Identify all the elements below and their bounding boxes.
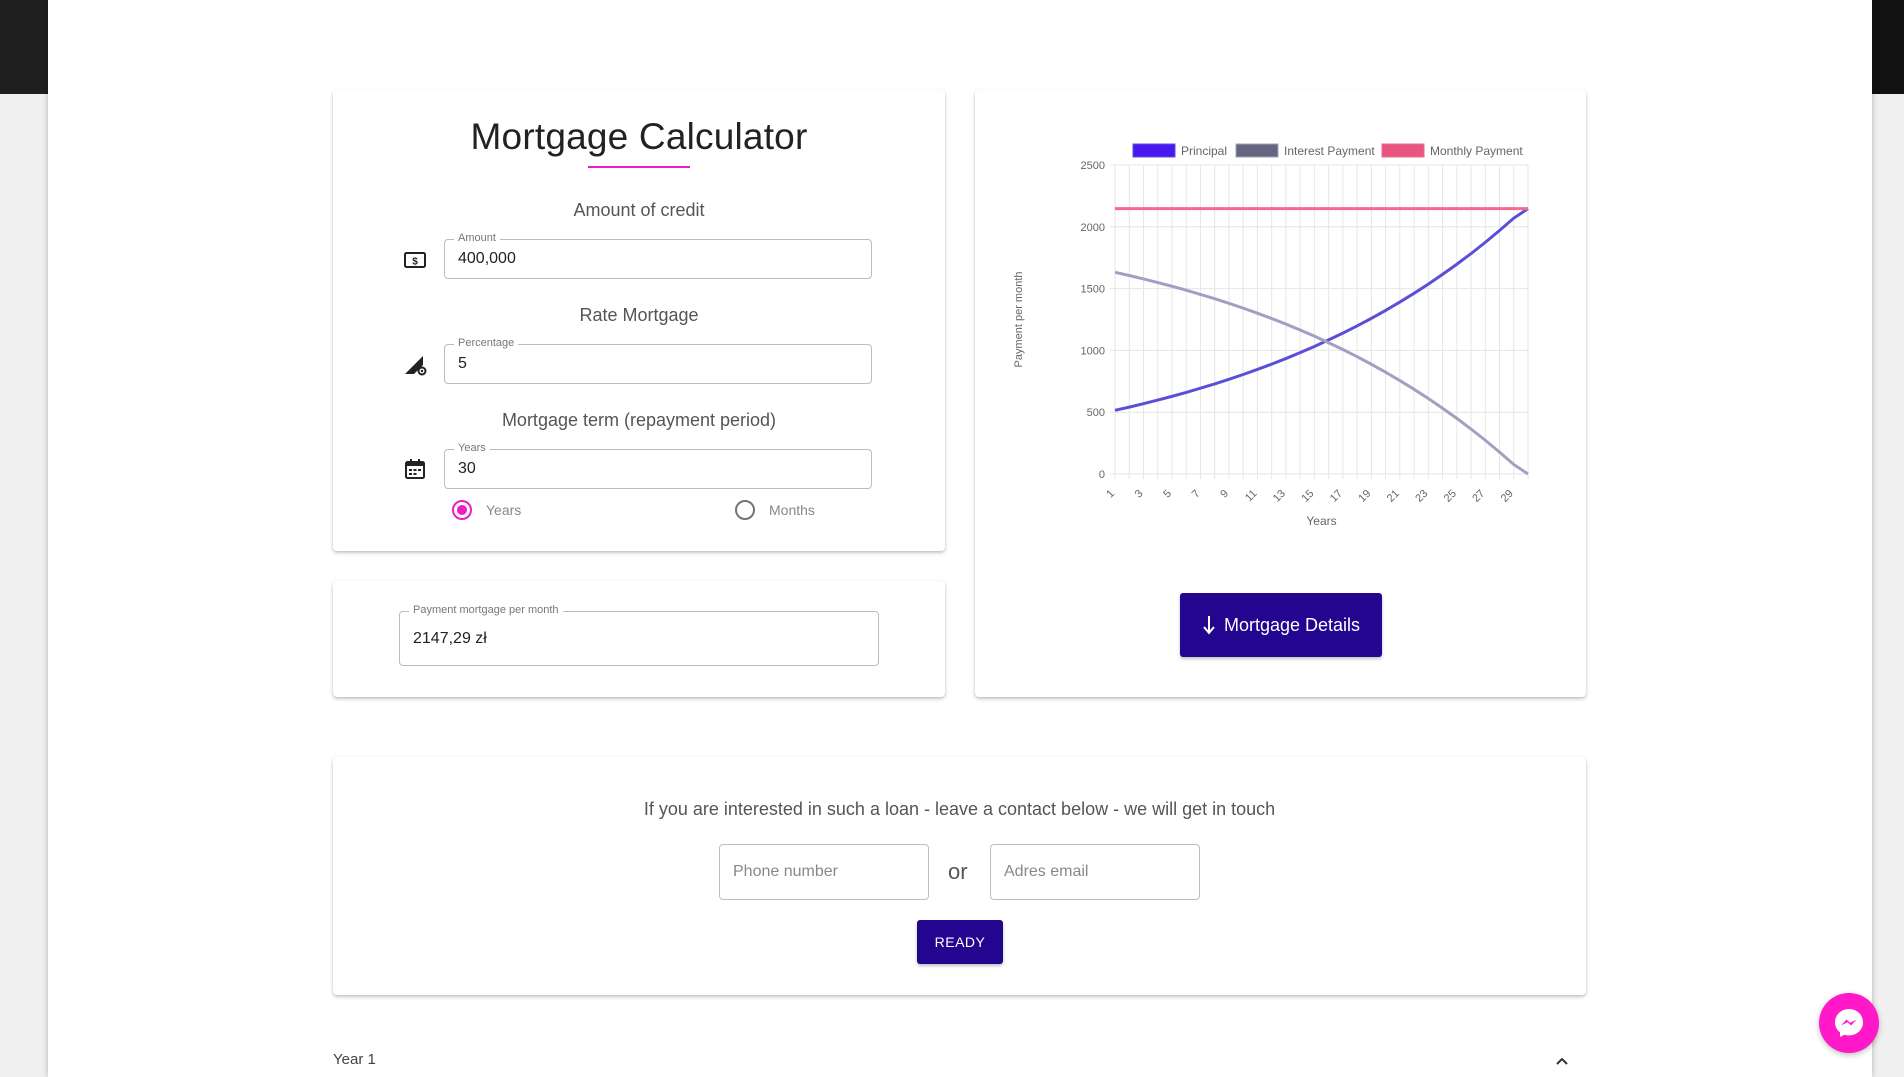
- term-input[interactable]: Years 30: [444, 442, 872, 489]
- x-tick-label: 19: [1356, 488, 1373, 505]
- email-input[interactable]: Adres email: [990, 844, 1200, 900]
- radio-years[interactable]: Years: [452, 500, 521, 520]
- payment-chart: 050010001500200025001 3 5 7 9 11 13 15 17 19 21 23 2…: [1013, 143, 1529, 528]
- y-tick-label: 500: [1087, 407, 1105, 419]
- term-section-label: Mortgage term (repayment period): [501, 410, 777, 430]
- legend-label: Interest Payment: [1284, 144, 1375, 158]
- rate-legend: Percentage: [454, 337, 519, 349]
- amount-input[interactable]: Amount 400,000: [444, 232, 872, 279]
- x-tick-label: 23: [1413, 488, 1430, 505]
- y-axis-label: Payment per month: [1013, 272, 1025, 368]
- x-tick-label: 13: [1271, 488, 1288, 505]
- x-tick-label: 3: [1133, 488, 1146, 501]
- x-axis-label: Years: [1306, 514, 1336, 528]
- legend-swatch: [1132, 143, 1176, 158]
- x-tick-label: 27: [1470, 488, 1487, 505]
- term-value: 30: [458, 460, 476, 477]
- monthly-payment-legend: Payment mortgage per month: [409, 604, 563, 616]
- y-tick-label: 2500: [1081, 160, 1105, 172]
- legend-label: Principal: [1181, 144, 1227, 158]
- radio-years-label: Years: [486, 502, 522, 518]
- ready-label: READY: [934, 934, 986, 950]
- legend-swatch: [1235, 143, 1279, 158]
- x-tick-label: 1: [1104, 488, 1117, 501]
- x-tick-label: 17: [1328, 488, 1345, 505]
- x-tick-label: 29: [1499, 488, 1516, 505]
- left-gutter-dark: [0, 0, 48, 94]
- y-tick-label: 0: [1099, 469, 1105, 481]
- page-title: Mortgage Calculator: [470, 116, 808, 157]
- rate-input[interactable]: Percentage 5: [444, 337, 872, 384]
- x-tick-label: 7: [1190, 488, 1203, 501]
- series-line: [1114, 270, 1529, 476]
- messenger-icon: [1835, 1009, 1863, 1037]
- mortgage-details-label: Mortgage Details: [1223, 614, 1361, 635]
- messenger-button[interactable]: [1819, 993, 1879, 1053]
- calendar-icon: [403, 457, 427, 481]
- left-gutter: [0, 0, 48, 1077]
- contact-card: If you are interested in such a loan - l…: [333, 757, 1586, 995]
- y-tick-label: 1500: [1081, 284, 1105, 296]
- legend-label: Monthly Payment: [1430, 144, 1523, 158]
- right-gutter: [1872, 0, 1904, 1077]
- phone-input[interactable]: Phone number: [719, 844, 929, 900]
- radio-years-circle[interactable]: [452, 500, 472, 520]
- arrow-down-icon: [1203, 616, 1215, 635]
- calculator-card: Mortgage Calculator Amount of credit $ A…: [333, 90, 945, 551]
- svg-text:$: $: [412, 257, 418, 268]
- amount-value: 400,000: [458, 250, 516, 267]
- amount-section-label: Amount of credit: [573, 200, 705, 220]
- amount-legend: Amount: [454, 232, 500, 244]
- x-tick-label: 25: [1442, 488, 1459, 505]
- title-underline: [588, 166, 690, 168]
- x-tick-label: 11: [1243, 488, 1260, 505]
- y-tick-label: 2000: [1081, 222, 1105, 234]
- or-text: or: [948, 859, 968, 884]
- chevron-up-icon[interactable]: [1554, 1055, 1570, 1067]
- result-card: Payment mortgage per month 2147,29 zł: [333, 581, 945, 697]
- radio-months-circle[interactable]: [735, 500, 755, 520]
- page: Mortgage Calculator Amount of credit $ A…: [48, 0, 1879, 1077]
- x-tick-label: 15: [1299, 488, 1316, 505]
- series-line: [1114, 207, 1529, 412]
- x-tick-label: 9: [1218, 488, 1231, 501]
- legend-swatch: [1381, 143, 1425, 158]
- rate-section-label: Rate Mortgage: [579, 305, 699, 325]
- year-1-label: Year 1: [333, 1051, 376, 1068]
- radio-months[interactable]: Months: [735, 500, 815, 520]
- x-tick-label: 21: [1385, 488, 1402, 505]
- right-gutter-dark: [1872, 0, 1904, 94]
- phone-placeholder: Phone number: [733, 863, 838, 880]
- rate-settings-icon: [403, 352, 427, 376]
- term-legend: Years: [454, 442, 490, 454]
- y-tick-label: 1000: [1081, 345, 1105, 357]
- chart-card: 0 500 1000 1500 2000 2500 1 3 5 7 9 11 13 15 17 19 21 23 2…: [975, 90, 1586, 697]
- year-1-accordion[interactable]: Year 1: [333, 1051, 1586, 1075]
- rate-value: 5: [458, 355, 467, 372]
- email-placeholder: Adres email: [1004, 863, 1089, 880]
- money-icon: $: [403, 248, 427, 272]
- x-tick-label: 5: [1161, 488, 1174, 501]
- monthly-payment-value: 2147,29 zł: [413, 629, 487, 647]
- radio-months-label: Months: [769, 502, 815, 518]
- ready-button[interactable]: READY: [917, 920, 1003, 964]
- contact-prompt: If you are interested in such a loan - l…: [643, 799, 1276, 819]
- mortgage-details-button[interactable]: Mortgage Details: [1180, 593, 1382, 657]
- monthly-payment-output: Payment mortgage per month 2147,29 zł: [399, 604, 879, 666]
